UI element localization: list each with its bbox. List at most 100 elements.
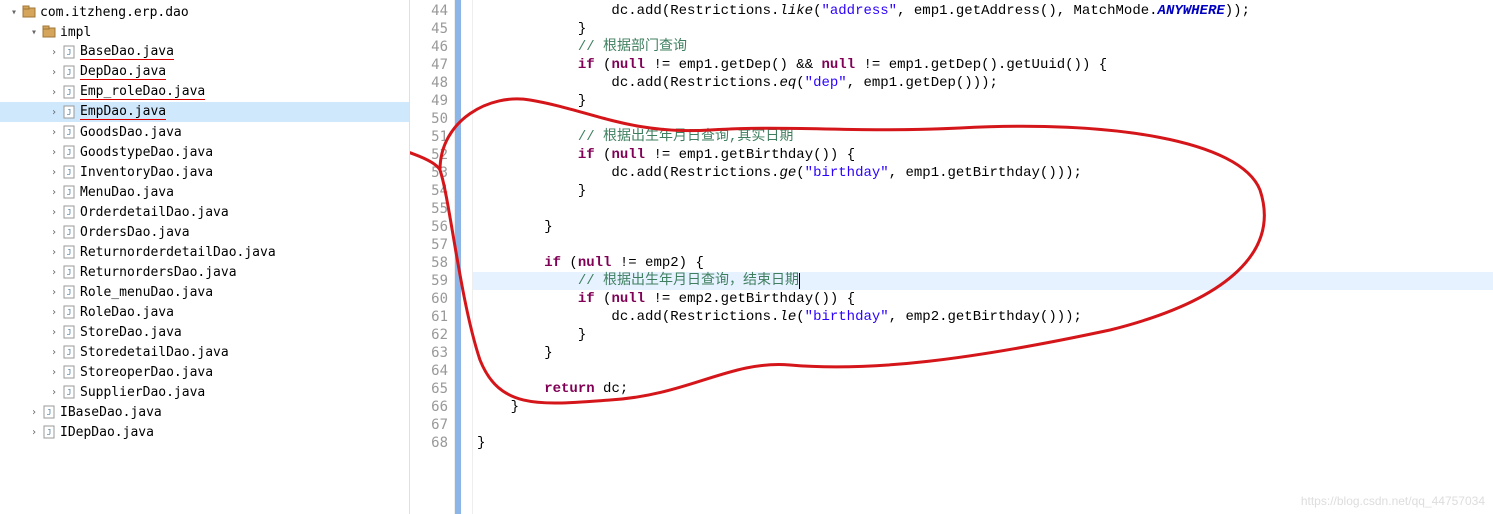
line-number: 67	[410, 416, 448, 434]
file-node[interactable]: › J OrderdetailDao.java	[0, 202, 409, 222]
file-node[interactable]: › J IDepDao.java	[0, 422, 409, 442]
line-number: 58	[410, 254, 448, 272]
code-line: dc.add(Restrictions.eq("dep", emp1.getDe…	[473, 74, 1493, 92]
svg-text:J: J	[67, 328, 72, 337]
file-label: Emp_roleDao.java	[80, 84, 205, 100]
chevron-right-icon: ›	[48, 187, 60, 198]
line-number: 47	[410, 56, 448, 74]
code-line	[473, 236, 1493, 254]
package-node-impl[interactable]: ▾ impl	[0, 22, 409, 42]
line-number: 48	[410, 74, 448, 92]
java-file-icon: J	[62, 125, 76, 139]
chevron-right-icon: ›	[48, 347, 60, 358]
file-label: OrdersDao.java	[80, 225, 190, 240]
file-label: ReturnordersDao.java	[80, 265, 237, 280]
file-node[interactable]: › J InventoryDao.java	[0, 162, 409, 182]
svg-text:J: J	[67, 68, 72, 77]
line-number: 55	[410, 200, 448, 218]
line-number-gutter: 4445464748495051525354555657585960616263…	[410, 0, 455, 514]
line-number: 65	[410, 380, 448, 398]
file-node[interactable]: › J Role_menuDao.java	[0, 282, 409, 302]
file-label: GoodsDao.java	[80, 125, 182, 140]
svg-text:J: J	[67, 48, 72, 57]
file-node[interactable]: › J OrdersDao.java	[0, 222, 409, 242]
line-number: 62	[410, 326, 448, 344]
java-file-icon: J	[62, 45, 76, 59]
line-number: 54	[410, 182, 448, 200]
code-line: dc.add(Restrictions.like("address", emp1…	[473, 2, 1493, 20]
code-line: if (null != emp1.getBirthday()) {	[473, 146, 1493, 164]
file-node[interactable]: › J SupplierDao.java	[0, 382, 409, 402]
svg-text:J: J	[67, 248, 72, 257]
file-node[interactable]: › J ReturnorderdetailDao.java	[0, 242, 409, 262]
file-node[interactable]: › J RoleDao.java	[0, 302, 409, 322]
chevron-right-icon: ›	[48, 167, 60, 178]
project-explorer[interactable]: ▾ com.itzheng.erp.dao ▾ impl › J BaseDao…	[0, 0, 410, 514]
code-line: if (null != emp1.getDep() && null != emp…	[473, 56, 1493, 74]
file-node[interactable]: › J StoreoperDao.java	[0, 362, 409, 382]
svg-text:J: J	[67, 388, 72, 397]
line-number: 63	[410, 344, 448, 362]
file-node[interactable]: › J DepDao.java	[0, 62, 409, 82]
file-label: StoreoperDao.java	[80, 365, 213, 380]
java-file-icon: J	[62, 85, 76, 99]
svg-text:J: J	[67, 368, 72, 377]
chevron-right-icon: ›	[48, 207, 60, 218]
chevron-right-icon: ›	[48, 267, 60, 278]
code-line: // 根据部门查询	[473, 38, 1493, 56]
code-line: if (null != emp2) {	[473, 254, 1493, 272]
file-node[interactable]: › J ReturnordersDao.java	[0, 262, 409, 282]
file-label: IBaseDao.java	[60, 405, 162, 420]
java-file-icon: J	[62, 205, 76, 219]
file-node[interactable]: › J StoredetailDao.java	[0, 342, 409, 362]
code-line: }	[473, 92, 1493, 110]
code-line	[473, 416, 1493, 434]
chevron-down-icon: ▾	[28, 27, 40, 38]
chevron-right-icon: ›	[48, 367, 60, 378]
code-line	[473, 200, 1493, 218]
code-area[interactable]: dc.add(Restrictions.like("address", emp1…	[473, 0, 1493, 514]
code-line: }	[473, 326, 1493, 344]
code-line: return dc;	[473, 380, 1493, 398]
chevron-right-icon: ›	[48, 287, 60, 298]
file-label: RoleDao.java	[80, 305, 174, 320]
line-number: 59	[410, 272, 448, 290]
code-line: }	[473, 398, 1493, 416]
file-label: SupplierDao.java	[80, 385, 205, 400]
line-number: 56	[410, 218, 448, 236]
java-file-icon: J	[62, 385, 76, 399]
chevron-down-icon: ▾	[8, 7, 20, 18]
file-label: StoredetailDao.java	[80, 345, 229, 360]
code-editor[interactable]: 4445464748495051525354555657585960616263…	[410, 0, 1493, 514]
file-node[interactable]: › J Emp_roleDao.java	[0, 82, 409, 102]
java-file-icon: J	[62, 145, 76, 159]
package-node-root[interactable]: ▾ com.itzheng.erp.dao	[0, 2, 409, 22]
code-line: dc.add(Restrictions.le("birthday", emp2.…	[473, 308, 1493, 326]
chevron-right-icon: ›	[48, 127, 60, 138]
line-number: 49	[410, 92, 448, 110]
code-line: }	[473, 434, 1493, 452]
file-node[interactable]: › J GoodsDao.java	[0, 122, 409, 142]
java-file-icon: J	[62, 345, 76, 359]
chevron-right-icon: ›	[48, 107, 60, 118]
file-node[interactable]: › J GoodstypeDao.java	[0, 142, 409, 162]
fold-strip	[455, 0, 473, 514]
line-number: 53	[410, 164, 448, 182]
file-node[interactable]: › J EmpDao.java	[0, 102, 409, 122]
chevron-right-icon: ›	[48, 227, 60, 238]
file-node[interactable]: › J IBaseDao.java	[0, 402, 409, 422]
java-file-icon: J	[62, 245, 76, 259]
file-label: InventoryDao.java	[80, 165, 213, 180]
java-file-icon: J	[62, 285, 76, 299]
java-file-icon: J	[62, 365, 76, 379]
java-file-icon: J	[62, 185, 76, 199]
file-node[interactable]: › J MenuDao.java	[0, 182, 409, 202]
code-line: if (null != emp2.getBirthday()) {	[473, 290, 1493, 308]
file-node[interactable]: › J BaseDao.java	[0, 42, 409, 62]
chevron-right-icon: ›	[28, 427, 40, 438]
code-line	[473, 110, 1493, 128]
package-label: impl	[60, 25, 91, 40]
svg-text:J: J	[47, 408, 52, 417]
line-number: 66	[410, 398, 448, 416]
file-node[interactable]: › J StoreDao.java	[0, 322, 409, 342]
